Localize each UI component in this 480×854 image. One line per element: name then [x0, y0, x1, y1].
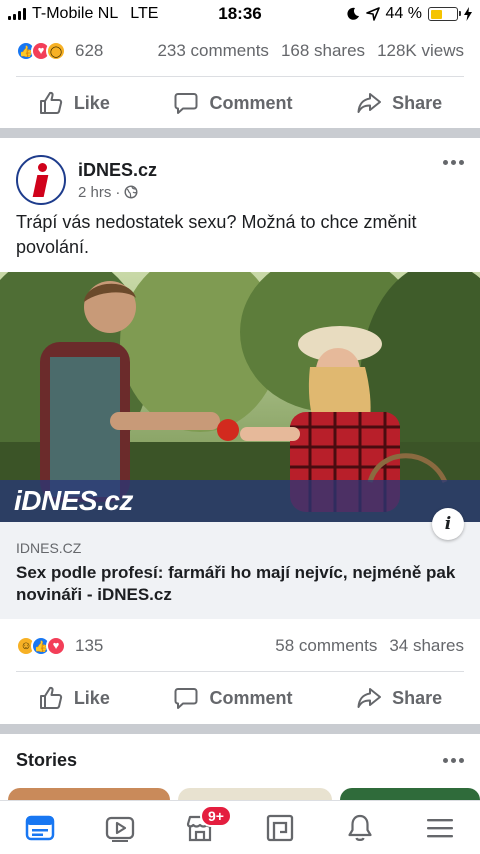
shares-count[interactable]: 168 shares — [281, 41, 365, 61]
share-arrow-icon — [357, 688, 382, 708]
network-type: LTE — [130, 5, 159, 22]
notifications-icon — [348, 814, 372, 841]
feed-separator — [0, 128, 480, 138]
reaction-count[interactable]: 135 — [75, 636, 103, 656]
wow-reaction-icon: ◯ — [46, 41, 66, 61]
signal-icon — [8, 8, 26, 20]
comment-button[interactable]: Comment — [173, 685, 293, 711]
comment-bubble-icon — [174, 93, 198, 114]
comment-button[interactable]: Comment — [173, 90, 293, 116]
love-reaction-icon: ♥ — [46, 636, 66, 656]
comment-bubble-icon — [174, 688, 198, 709]
page-name[interactable]: iDNES.cz — [78, 160, 157, 181]
thumbs-up-icon — [39, 686, 62, 709]
nav-marketplace[interactable]: 9+ — [170, 803, 232, 853]
comments-count[interactable]: 58 comments — [275, 636, 377, 656]
like-label: Like — [73, 92, 110, 113]
post-image[interactable]: iDNES.cz — [0, 272, 480, 522]
post-stats: ☺ 👍 ♥ 135 58 comments 34 shares — [0, 622, 480, 670]
link-title[interactable]: Sex podle profesí: farmáři ho mají nejví… — [16, 562, 464, 606]
share-button[interactable]: Share — [356, 90, 442, 116]
menu-icon — [427, 818, 453, 837]
feed-separator — [0, 724, 480, 734]
bottom-nav: 9+ — [0, 800, 480, 854]
link-domain: IDNES.CZ — [16, 540, 82, 556]
post-header: iDNES.cz 2 hrs · — [0, 148, 480, 212]
charging-bolt-icon — [464, 7, 472, 21]
stories-more-options-icon[interactable] — [443, 757, 464, 763]
share-label: Share — [392, 687, 443, 708]
meta-separator: · — [115, 183, 121, 201]
carrier-name: T-Mobile NL — [32, 5, 119, 22]
like-button[interactable]: Like — [38, 90, 110, 116]
nav-pages[interactable] — [250, 803, 310, 853]
stories-header: Stories — [0, 740, 480, 780]
location-arrow-icon — [365, 7, 380, 21]
share-button[interactable]: Share — [356, 685, 442, 711]
watch-icon — [105, 816, 135, 842]
story-card[interactable] — [178, 788, 332, 800]
news-feed-icon — [25, 815, 55, 840]
share-arrow-icon — [357, 93, 382, 113]
nav-notifications[interactable] — [330, 803, 390, 853]
prev-post-stats: 👍 ♥ ◯ 628 233 comments 168 shares 128K v… — [0, 27, 480, 75]
status-time: 18:36 — [218, 4, 262, 23]
post-actions: Like Comment Share — [0, 672, 480, 724]
comments-count[interactable]: 233 comments — [157, 41, 269, 61]
comment-label: Comment — [209, 92, 293, 113]
status-bar-left: T-Mobile NL LTE — [8, 5, 178, 23]
status-bar: T-Mobile NL LTE 18:36 44 % — [0, 0, 480, 28]
like-button[interactable]: Like — [38, 685, 110, 711]
page-avatar[interactable] — [16, 155, 66, 205]
nav-menu[interactable] — [410, 803, 470, 853]
nav-watch[interactable] — [90, 803, 150, 853]
views-count: 128K views — [377, 41, 464, 60]
post-meta: 2 hrs · — [78, 184, 157, 201]
story-card[interactable] — [8, 788, 170, 800]
battery-percent: 44 % — [385, 5, 422, 22]
image-logo: iDNES.cz — [14, 485, 133, 516]
info-icon[interactable]: i — [432, 508, 464, 540]
post-text: Trápí vás nedostatek sexu? Možná to chce… — [16, 212, 417, 257]
moon-icon — [346, 7, 359, 20]
shares-count[interactable]: 34 shares — [389, 636, 464, 656]
globe-icon — [124, 185, 138, 199]
share-label: Share — [392, 92, 443, 113]
reaction-icons[interactable]: ☺ 👍 ♥ — [16, 636, 66, 656]
idnes-logo-icon — [28, 163, 54, 197]
prev-post-actions: Like Comment Share — [0, 77, 480, 129]
post-more-options-icon[interactable] — [443, 160, 464, 165]
link-preview[interactable]: i IDNES.CZ Sex podle profesí: farmáři ho… — [0, 508, 480, 619]
post-time[interactable]: 2 hrs — [78, 184, 111, 201]
battery-icon — [428, 7, 461, 21]
nav-news-feed[interactable] — [10, 803, 70, 853]
story-card[interactable] — [340, 788, 480, 800]
reaction-icons[interactable]: 👍 ♥ ◯ — [16, 41, 66, 61]
status-bar-right: 44 % — [302, 5, 472, 23]
marketplace-badge: 9+ — [200, 804, 232, 827]
comment-label: Comment — [209, 687, 293, 708]
thumbs-up-icon — [39, 91, 62, 114]
stories-title: Stories — [16, 749, 78, 770]
like-label: Like — [73, 687, 110, 708]
pages-icon — [266, 814, 294, 841]
reaction-count[interactable]: 628 — [75, 41, 103, 61]
